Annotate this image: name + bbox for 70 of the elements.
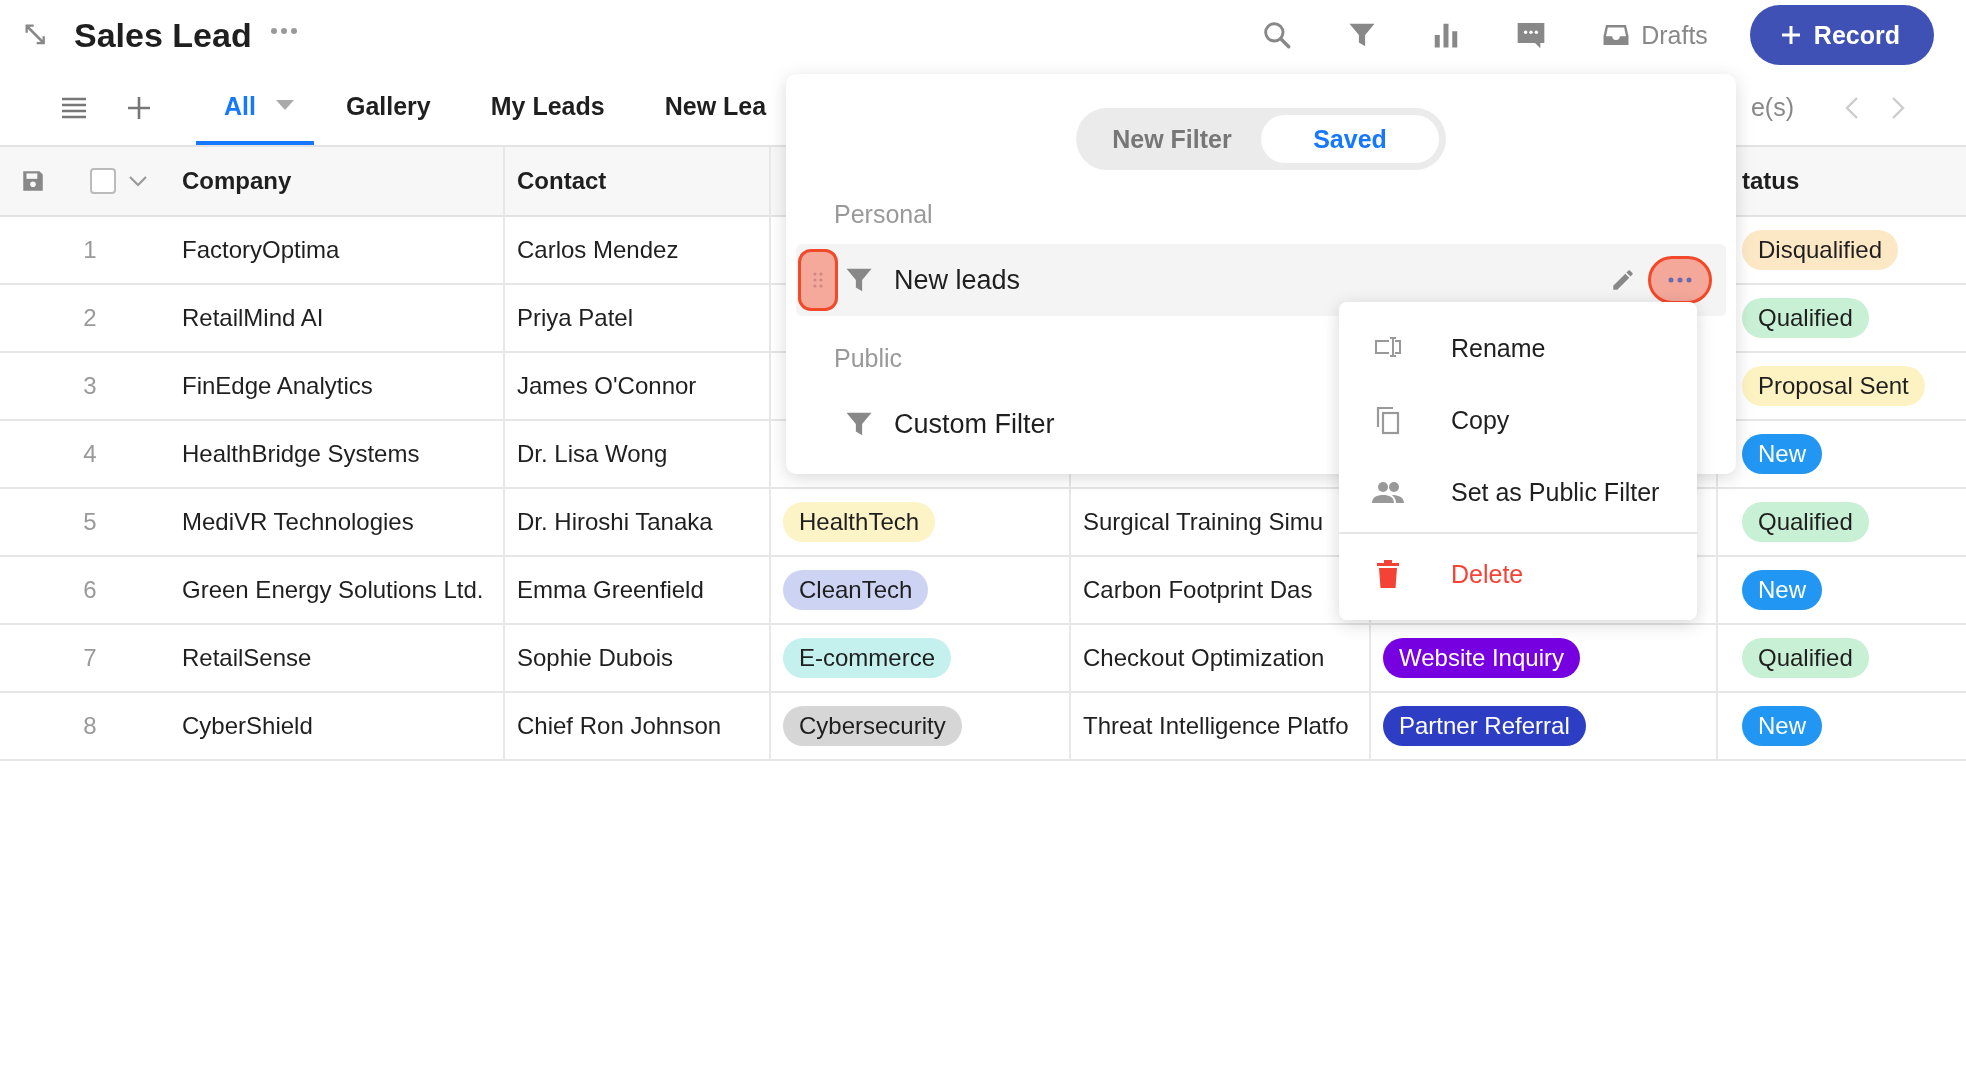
saved-filter-item[interactable]: New leads [796, 244, 1726, 316]
more-icon[interactable] [269, 26, 298, 36]
source-tag: Website Inquiry [1383, 638, 1580, 678]
row-number: 2 [0, 285, 170, 353]
status-tag: Qualified [1742, 502, 1869, 542]
row-number: 5 [0, 489, 170, 557]
table-cell: Checkout Optimization [1071, 625, 1371, 693]
plus-icon [1779, 24, 1802, 46]
plus-icon[interactable] [126, 94, 152, 121]
section-label: Personal [834, 198, 933, 230]
status-tag: Qualified [1742, 638, 1869, 678]
page-count: e(s) [1750, 93, 1794, 122]
list-icon[interactable] [60, 95, 88, 120]
record-button[interactable]: Record [1749, 5, 1934, 65]
pencil-icon[interactable] [1610, 267, 1636, 293]
table-cell: Emma Greenfield [505, 557, 771, 625]
table-cell: HealthBridge Systems [170, 421, 505, 489]
table-cell: James O'Connor [505, 353, 771, 421]
filter-mode-tab[interactable]: New Filter [1083, 115, 1261, 163]
filter-name: New leads [894, 264, 1021, 296]
row-number: 3 [0, 353, 170, 421]
people-icon [1371, 481, 1405, 503]
status-tag: Disqualified [1742, 230, 1899, 270]
status-tag: New [1742, 570, 1822, 610]
row-number: 6 [0, 557, 170, 625]
industry-tag: HealthTech [783, 502, 936, 542]
save-icon[interactable] [20, 168, 46, 194]
saved-filter-item[interactable]: Custom Filter [796, 388, 1075, 460]
row-number: 1 [0, 217, 170, 285]
industry-tag: CleanTech [783, 570, 929, 610]
status-tag: Qualified [1742, 298, 1869, 338]
row-number: 4 [0, 421, 170, 489]
column-header: Contact [505, 147, 771, 217]
table-cell: FinEdge Analytics [170, 353, 505, 421]
select-all-checkbox[interactable] [90, 168, 116, 194]
drafts-link[interactable]: Drafts [1641, 20, 1708, 50]
source-tag: Partner Referral [1383, 706, 1586, 746]
section-label: Public [834, 342, 903, 374]
table-cell: FactoryOptima [170, 217, 505, 285]
table-cell: CyberShield [170, 693, 505, 761]
row-number: 8 [0, 693, 170, 761]
chevron-down-icon[interactable] [128, 175, 148, 187]
table-cell: Green Energy Solutions Ltd. [170, 557, 505, 625]
drag-handle[interactable] [798, 249, 838, 311]
table-cell: RetailSense [170, 625, 505, 693]
view-tab[interactable]: Gallery [317, 72, 459, 145]
more-icon [1668, 277, 1692, 283]
table-cell: Carlos Mendez [505, 217, 771, 285]
row-number: 7 [0, 625, 170, 693]
status-tag: New [1742, 434, 1822, 474]
column-header: Company [170, 147, 505, 217]
table-cell: Chief Ron Johnson [505, 693, 771, 761]
page-title: Sales Lead [74, 15, 252, 55]
table-cell: Sophie Dubois [505, 625, 771, 693]
table-cell: Dr. Lisa Wong [505, 421, 771, 489]
table-cell: Dr. Hiroshi Tanaka [505, 489, 771, 557]
status-tag: Proposal Sent [1742, 366, 1925, 406]
table-cell: RetailMind AI [170, 285, 505, 353]
view-tab[interactable]: My Leads [462, 72, 633, 145]
industry-tag: E-commerce [783, 638, 952, 678]
more-button[interactable] [1648, 256, 1712, 304]
status-tag: New [1742, 706, 1822, 746]
table-cell: MediVR Technologies [170, 489, 505, 557]
caret-icon[interactable] [275, 99, 294, 110]
menu-item[interactable]: Copy [1339, 384, 1697, 456]
table-cell: Priya Patel [505, 285, 771, 353]
table-cell: Threat Intelligence Platfo [1071, 693, 1371, 761]
filter-mode-tab[interactable]: Saved [1261, 115, 1439, 163]
industry-tag: Cybersecurity [783, 706, 962, 746]
filter-name: Custom Filter [894, 408, 1055, 440]
